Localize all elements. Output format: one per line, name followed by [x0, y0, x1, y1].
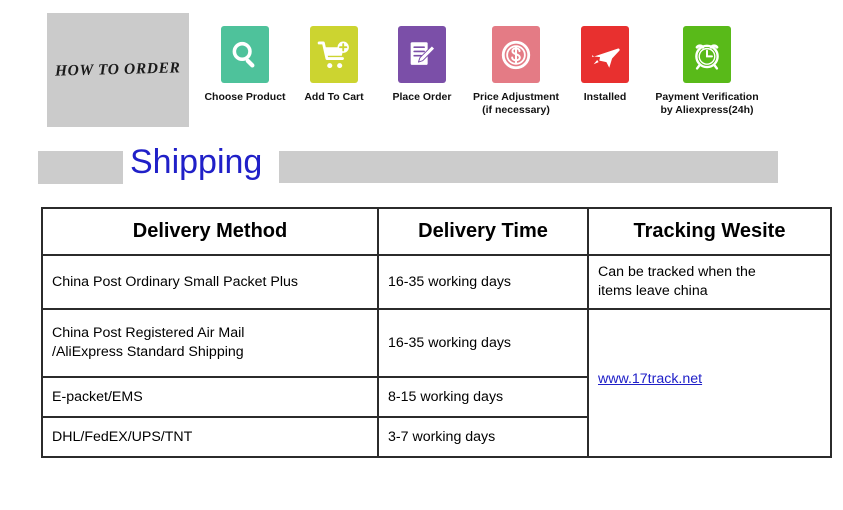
order-step-label: Payment Verification by Aliexpress(24h) — [655, 91, 759, 117]
tracking-link[interactable]: www.17track.net — [598, 371, 702, 387]
table-row: China Post Ordinary Small Packet Plus 16… — [41, 254, 832, 310]
order-step-label: Price Adjustment (if necessary) — [473, 91, 559, 117]
order-steps-row: Choose Product Add To Cart Place Order Pric… — [200, 26, 790, 117]
cell-tracking-link: www.17track.net — [587, 308, 832, 458]
table-header-row: Delivery Method Delivery Time Tracking W… — [41, 207, 832, 256]
cell-method: E-packet/EMS — [41, 376, 379, 418]
cell-time: 8-15 working days — [377, 376, 589, 418]
cell-time: 3-7 working days — [377, 416, 589, 458]
how-to-order-title: HOW TO ORDER — [55, 59, 181, 80]
order-step-1: Choose Product — [200, 26, 290, 104]
cell-time: 16-35 working days — [377, 308, 589, 378]
order-step-label: Choose Product — [204, 91, 286, 103]
airplane-icon — [581, 26, 629, 83]
order-step-2: Add To Cart — [290, 26, 378, 104]
table-row: China Post Registered Air Mail /AliExpre… — [41, 308, 832, 458]
cell-time: 16-35 working days — [377, 254, 589, 310]
header-delivery-time: Delivery Time — [377, 207, 589, 256]
cell-tracking-note: Can be tracked when the items leave chin… — [587, 254, 832, 310]
how-to-order-banner: HOW TO ORDER — [47, 13, 189, 127]
order-step-label: Place Order — [392, 91, 452, 103]
order-step-3: Place Order — [378, 26, 466, 104]
shipping-bar-left — [38, 151, 123, 184]
cart-plus-icon — [310, 26, 358, 83]
order-step-label: Add To Cart — [304, 91, 364, 103]
shipping-header: Shipping — [0, 143, 843, 190]
header-tracking-website: Tracking Wesite — [587, 207, 832, 256]
order-step-label: Installed — [583, 91, 627, 103]
shipping-bar-right — [279, 151, 778, 183]
order-form-icon — [398, 26, 446, 83]
alarm-clock-icon — [683, 26, 731, 83]
cell-method: China Post Ordinary Small Packet Plus — [41, 254, 379, 310]
order-step-6: Payment Verification by Aliexpress(24h) — [644, 26, 770, 117]
cell-method: China Post Registered Air Mail /AliExpre… — [41, 308, 379, 378]
search-icon — [221, 26, 269, 83]
order-step-4: Price Adjustment (if necessary) — [466, 26, 566, 117]
shipping-table: Delivery Method Delivery Time Tracking W… — [41, 207, 832, 458]
cell-method: DHL/FedEX/UPS/TNT — [41, 416, 379, 458]
shipping-title: Shipping — [130, 143, 263, 181]
dollar-coin-icon — [492, 26, 540, 83]
order-step-5: Installed — [566, 26, 644, 104]
header-delivery-method: Delivery Method — [41, 207, 379, 256]
